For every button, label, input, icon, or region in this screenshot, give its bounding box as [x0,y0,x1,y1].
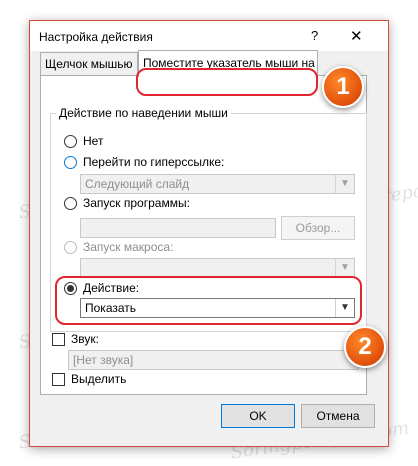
radio-program-label: Запуск программы: [83,196,190,210]
hyperlink-select-value: Следующий слайд [85,177,190,191]
chevron-down-icon: ▼ [335,175,354,193]
radio-macro-label: Запуск макроса: [83,240,174,254]
close-button[interactable]: ✕ [350,27,363,45]
sound-label: Звук: [71,332,99,346]
radio-program[interactable] [64,197,77,210]
ok-button[interactable]: OK [221,404,295,428]
title-bar: Настройка действия ? ✕ [30,21,388,51]
tab-mouse-click[interactable]: Щелчок мышью [40,52,138,75]
macro-select[interactable]: ▼ [80,258,355,278]
highlight-checkbox[interactable] [52,373,65,386]
hyperlink-select[interactable]: Следующий слайд ▼ [80,174,355,194]
step-badge-2: 2 [344,326,386,368]
help-button[interactable]: ? [311,28,318,43]
sound-select-value: [Нет звука] [73,353,134,367]
radio-hyperlink-label: Перейти по гиперссылке: [83,155,225,169]
action-highlight-outline [55,276,362,325]
step-badge-1: 1 [322,66,364,108]
chevron-down-icon: ▼ [335,259,354,277]
radio-macro[interactable] [64,241,77,254]
radio-hyperlink[interactable] [64,156,77,169]
sound-select[interactable]: [Нет звука] [68,350,359,370]
tab-highlight-outline [136,68,318,96]
radio-none[interactable] [64,135,77,148]
sound-checkbox[interactable] [52,333,65,346]
browse-button[interactable]: Обзор... [281,216,355,240]
radio-none-label: Нет [83,134,104,148]
dialog-title: Настройка действия [39,30,153,44]
cancel-button[interactable]: Отмена [301,404,375,428]
program-input[interactable] [80,218,276,238]
action-group-label: Действие по наведении мыши [56,106,231,120]
highlight-label: Выделить [71,372,127,386]
